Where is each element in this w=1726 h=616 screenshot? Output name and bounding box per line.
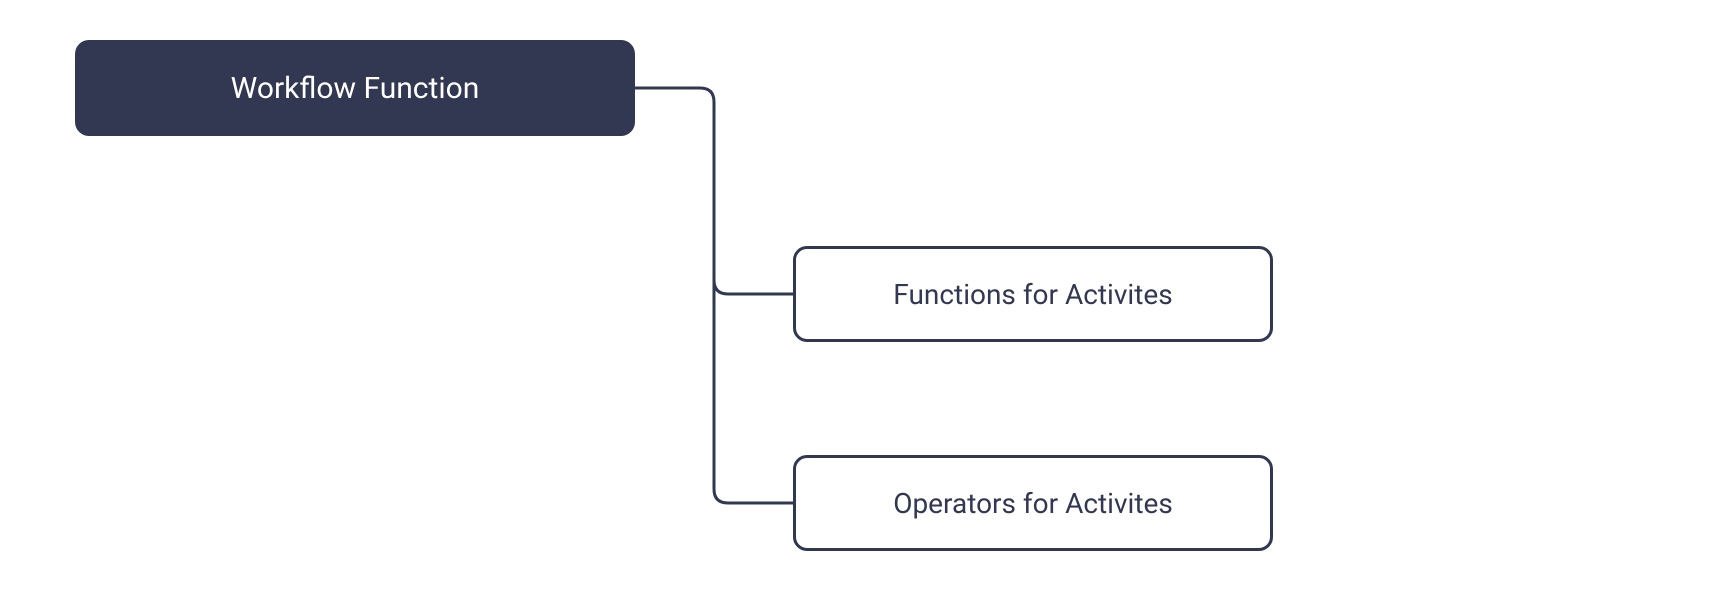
root-node-workflow-function: Workflow Function — [75, 40, 635, 136]
root-node-label: Workflow Function — [231, 71, 480, 106]
child-node-label: Functions for Activites — [893, 278, 1172, 311]
child-node-functions: Functions for Activites — [793, 246, 1273, 342]
diagram-container: Workflow Function Functions for Activite… — [0, 0, 1726, 616]
child-node-label: Operators for Activites — [893, 487, 1173, 520]
child-node-operators: Operators for Activites — [793, 455, 1273, 551]
